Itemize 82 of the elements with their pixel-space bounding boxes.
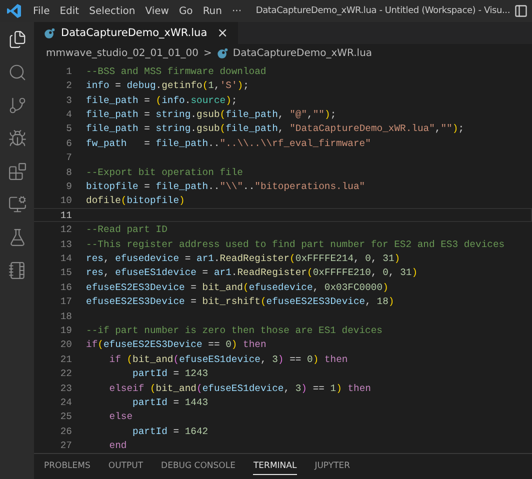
menu-item[interactable]: File <box>28 6 55 16</box>
panel-tab[interactable]: DEBUG CONSOLE <box>161 458 236 475</box>
line-number: 25 <box>59 411 73 422</box>
line-number: 1 <box>65 66 73 77</box>
code-line: --BSS and MSS firmware download <box>86 66 266 77</box>
blocks-icon[interactable] <box>8 162 26 181</box>
code-line: dofile(bitopfile) <box>86 195 185 206</box>
line-number: 7 <box>65 152 73 164</box>
code-line: --if part number is zero then those are ES1 devices <box>86 325 382 336</box>
menu-item[interactable]: View <box>140 6 174 16</box>
line-number: 11 <box>59 210 73 221</box>
line-number: 18 <box>59 310 73 322</box>
line-number: 21 <box>59 354 73 365</box>
moon-file-icon <box>44 28 55 38</box>
layout-icon[interactable] <box>514 4 528 18</box>
app-logo-icon <box>6 3 22 19</box>
code-line: partId = 1443 <box>132 397 208 408</box>
files-icon[interactable] <box>8 30 26 49</box>
panel-tab[interactable]: OUTPUT <box>108 458 144 475</box>
line-number: 4 <box>65 108 73 120</box>
code-line: file_path = (info.source); <box>86 94 238 106</box>
line-number: 17 <box>59 296 73 308</box>
flask-icon[interactable] <box>8 228 26 247</box>
code-line: res, efusedevice = ar1.ReadRegister(0xFFFFE214, 0, 31) <box>86 252 400 264</box>
line-number: 19 <box>59 325 73 336</box>
code-line: info = debug.getinfo(1,'S'); <box>86 80 249 92</box>
menu-item[interactable]: ··· <box>227 6 247 16</box>
code-line: if (bit_and(efuseES1device, 3) == 0) then <box>108 354 348 365</box>
code-line: --This register address used to find part number for ES2 and ES3 devices <box>86 238 505 250</box>
code-line: --Read part ID <box>86 224 168 236</box>
line-number: 16 <box>59 282 73 293</box>
code-line: bitopfile = file_path.."\\".."bitoperations.lua" <box>86 180 366 192</box>
bug-icon[interactable] <box>8 129 26 148</box>
code-line: end <box>108 440 127 452</box>
code-line: efuseES2ES3Device = bit_and(efusedevice, 0x03FC0000) <box>86 282 388 293</box>
line-number: 9 <box>65 180 73 192</box>
line-number: 5 <box>65 123 73 134</box>
breadcrumb-folder[interactable]: mmwave_studio_02_01_01_00 <box>46 48 198 58</box>
line-number: 12 <box>59 224 73 236</box>
window-title: DataCaptureDemo_xWR.lua - Untitled (Workspace) - Visu... <box>256 6 511 16</box>
line-number: 3 <box>65 94 73 106</box>
notebook-icon[interactable] <box>8 261 26 280</box>
breadcrumb-separator: > <box>203 48 212 58</box>
code-line: fw_path = file_path.."..\\..\\rf_eval_firmware" <box>86 138 371 149</box>
search-icon[interactable] <box>8 63 26 82</box>
menu-item[interactable]: Edit <box>54 6 84 16</box>
code-line: file_path = string.gsub(file_path, "@",""); <box>86 108 336 120</box>
line-number: 20 <box>59 339 73 350</box>
line-number: 8 <box>65 166 73 178</box>
breadcrumb-file[interactable]: DataCaptureDemo_xWR.lua <box>232 48 372 58</box>
line-number: 10 <box>59 195 73 206</box>
code-line: partId = 1642 <box>132 426 208 437</box>
line-number: 22 <box>59 368 73 380</box>
panel-tab[interactable]: TERMINAL <box>253 458 297 475</box>
line-number: 26 <box>59 426 73 437</box>
line-number: 27 <box>59 440 73 452</box>
line-number: 15 <box>59 267 73 278</box>
monitor-icon[interactable] <box>8 195 26 214</box>
line-number: 6 <box>65 138 73 149</box>
menu-item[interactable]: Selection <box>84 6 140 16</box>
menu-item[interactable]: Go <box>174 6 198 16</box>
line-number: 24 <box>59 397 73 408</box>
moon-file-icon <box>216 48 228 58</box>
line-number: 23 <box>59 382 73 394</box>
line-number: 13 <box>59 238 73 250</box>
code-line: else <box>108 411 133 422</box>
close-icon[interactable]: × <box>217 26 228 40</box>
panel-tab[interactable]: PROBLEMS <box>44 458 90 475</box>
branch-icon[interactable] <box>8 96 26 115</box>
menu-item[interactable]: Run <box>198 6 227 16</box>
panel-tab[interactable]: JUPYTER <box>314 458 350 475</box>
code-line: elseif (bit_and(efuseES1device, 3) == 1) then <box>108 382 371 394</box>
code-line: --Export bit operation file <box>86 166 243 178</box>
tab-label: DataCaptureDemo_xWR.lua <box>61 27 208 39</box>
editor-tab[interactable]: DataCaptureDemo_xWR.lua × <box>34 22 238 44</box>
line-number: 14 <box>59 252 73 264</box>
code-line: if(efuseES2ES3Device == 0) then <box>86 339 266 350</box>
line-number: 2 <box>65 80 73 92</box>
code-line: efuseES2ES3Device = bit_rshift(efuseES2ES3Device, 18) <box>86 296 394 308</box>
code-line: file_path = string.gsub(file_path, "DataCaptureDemo_xWR.lua",""); <box>86 123 464 134</box>
code-line: partId = 1243 <box>132 368 208 380</box>
code-line: res, efuseES1device = ar1.ReadRegister(0xFFFFE210, 0, 31) <box>86 267 418 278</box>
